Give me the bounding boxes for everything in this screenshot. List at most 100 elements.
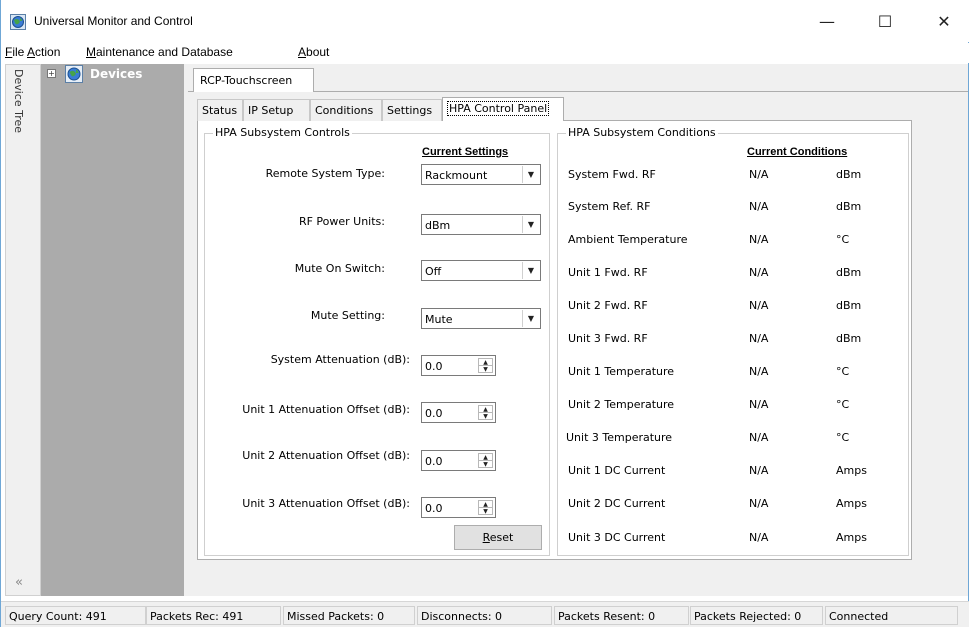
spinner-buttons: ▲ ▼ bbox=[478, 405, 493, 420]
condition-name: Unit 3 Temperature bbox=[566, 431, 673, 444]
spin-down-icon[interactable]: ▼ bbox=[479, 461, 492, 468]
condition-name: Unit 1 Fwd. RF bbox=[568, 266, 648, 279]
chevron-down-icon[interactable]: ▼ bbox=[522, 262, 539, 279]
unit3-attenuation-offset-label: Unit 3 Attenuation Offset (dB): bbox=[242, 497, 410, 510]
rf-power-units-value: dBm bbox=[425, 219, 451, 232]
system-attenuation-value: 0.0 bbox=[425, 360, 443, 373]
condition-value: N/A bbox=[749, 332, 769, 345]
condition-unit: dBm bbox=[836, 332, 862, 345]
tab-conditions[interactable]: Conditions bbox=[310, 99, 382, 121]
device-tree-strip[interactable]: Device Tree « bbox=[5, 64, 41, 596]
remote-system-type-value: Rackmount bbox=[425, 169, 488, 182]
tab-ip-setup[interactable]: IP Setup bbox=[243, 99, 310, 121]
menu-about[interactable]: About bbox=[298, 45, 329, 59]
condition-unit: dBm bbox=[836, 200, 862, 213]
system-attenuation-spinner[interactable]: 0.0 ▲ ▼ bbox=[421, 355, 496, 376]
mute-on-switch-select[interactable]: Off ▼ bbox=[421, 260, 541, 281]
spin-down-icon[interactable]: ▼ bbox=[479, 508, 492, 515]
spinner-buttons: ▲ ▼ bbox=[478, 358, 493, 373]
collapse-chevron-icon[interactable]: « bbox=[15, 575, 23, 590]
status-packets-resent: Packets Resent: 0 bbox=[554, 606, 689, 625]
tab-status-label: Status bbox=[202, 104, 238, 117]
condition-name: Unit 1 DC Current bbox=[568, 464, 666, 477]
condition-value: N/A bbox=[749, 398, 769, 411]
tab-hpa-control-panel[interactable]: HPA Control Panel bbox=[442, 97, 564, 121]
tab-status[interactable]: Status bbox=[197, 99, 243, 121]
remote-system-type-select[interactable]: Rackmount ▼ bbox=[421, 164, 541, 185]
status-disconnects: Disconnects: 0 bbox=[417, 606, 552, 625]
spin-down-icon[interactable]: ▼ bbox=[479, 413, 492, 420]
reset-button[interactable]: Reset bbox=[454, 525, 542, 550]
condition-unit: dBm bbox=[836, 266, 862, 279]
tree-expand-icon[interactable]: + bbox=[47, 69, 56, 78]
status-missed-packets: Missed Packets: 0 bbox=[283, 606, 415, 625]
menu-bar: File Action Maintenance and Database Abo… bbox=[1, 43, 969, 63]
device-tree-pane: + Devices bbox=[41, 64, 184, 596]
spin-up-icon[interactable]: ▲ bbox=[479, 454, 492, 461]
status-connection: Connected bbox=[825, 606, 958, 625]
tab-ip-setup-label: IP Setup bbox=[248, 104, 294, 117]
hpa-subsystem-controls-group: HPA Subsystem Controls bbox=[204, 126, 550, 556]
unit3-attenuation-offset-spinner[interactable]: 0.0 ▲ ▼ bbox=[421, 497, 496, 518]
unit1-attenuation-offset-value: 0.0 bbox=[425, 407, 443, 420]
tab-settings[interactable]: Settings bbox=[382, 99, 442, 121]
condition-name: Unit 3 Fwd. RF bbox=[568, 332, 648, 345]
condition-value: N/A bbox=[749, 233, 769, 246]
menu-file-label: ile bbox=[12, 45, 25, 59]
tab-rcp-touchscreen[interactable]: RCP-Touchscreen bbox=[193, 68, 314, 92]
chevron-down-icon[interactable]: ▼ bbox=[522, 216, 539, 233]
condition-name: System Ref. RF bbox=[568, 200, 651, 213]
condition-value: N/A bbox=[749, 431, 769, 444]
conditions-group-title: HPA Subsystem Conditions bbox=[566, 126, 718, 139]
rf-power-units-select[interactable]: dBm ▼ bbox=[421, 214, 541, 235]
mute-setting-select[interactable]: Mute ▼ bbox=[421, 308, 541, 329]
app-window: Universal Monitor and Control — ☐ ✕ File… bbox=[0, 0, 969, 627]
menu-about-mnemonic: A bbox=[298, 45, 307, 59]
condition-unit: Amps bbox=[836, 464, 867, 477]
condition-name: Unit 3 DC Current bbox=[568, 531, 666, 544]
menu-maintenance[interactable]: Maintenance and Database bbox=[86, 45, 233, 59]
spin-up-icon[interactable]: ▲ bbox=[479, 406, 492, 413]
maximize-button[interactable]: ☐ bbox=[863, 8, 907, 36]
condition-value: N/A bbox=[749, 531, 769, 544]
spin-up-icon[interactable]: ▲ bbox=[479, 501, 492, 508]
minimize-button[interactable]: — bbox=[805, 8, 849, 36]
device-tree-label: Device Tree bbox=[12, 69, 25, 134]
remote-system-type-label: Remote System Type: bbox=[265, 167, 385, 180]
condition-value: N/A bbox=[749, 266, 769, 279]
condition-name: Ambient Temperature bbox=[568, 233, 688, 246]
status-bar: Query Count: 491 Packets Rec: 491 Missed… bbox=[1, 601, 969, 627]
menu-action-label: ction bbox=[35, 45, 61, 59]
menu-maintenance-mnemonic: M bbox=[86, 45, 96, 59]
tab-conditions-label: Conditions bbox=[315, 104, 374, 117]
tab-settings-label: Settings bbox=[387, 104, 433, 117]
mute-on-switch-label: Mute On Switch: bbox=[294, 262, 385, 275]
menu-file[interactable]: File bbox=[5, 45, 24, 59]
title-bar[interactable]: Universal Monitor and Control — ☐ ✕ bbox=[1, 0, 969, 42]
controls-group-title: HPA Subsystem Controls bbox=[213, 126, 352, 139]
menu-action[interactable]: Action bbox=[27, 45, 60, 59]
spin-down-icon[interactable]: ▼ bbox=[479, 366, 492, 373]
condition-value: N/A bbox=[749, 200, 769, 213]
menu-about-label: bout bbox=[306, 45, 330, 59]
system-attenuation-label: System Attenuation (dB): bbox=[270, 353, 410, 366]
mute-on-switch-value: Off bbox=[425, 265, 442, 278]
chevron-down-icon[interactable]: ▼ bbox=[522, 310, 539, 327]
chevron-down-icon[interactable]: ▼ bbox=[522, 166, 539, 183]
spin-up-icon[interactable]: ▲ bbox=[479, 359, 492, 366]
close-button[interactable]: ✕ bbox=[922, 8, 966, 36]
spinner-buttons: ▲ ▼ bbox=[478, 500, 493, 515]
condition-unit: °C bbox=[836, 431, 850, 444]
unit2-attenuation-offset-spinner[interactable]: 0.0 ▲ ▼ bbox=[421, 450, 496, 471]
spinner-buttons: ▲ ▼ bbox=[478, 453, 493, 468]
current-conditions-header: Current Conditions bbox=[747, 146, 848, 158]
condition-unit: Amps bbox=[836, 497, 867, 510]
condition-unit: °C bbox=[836, 233, 850, 246]
current-settings-header: Current Settings bbox=[422, 146, 509, 158]
unit1-attenuation-offset-spinner[interactable]: 0.0 ▲ ▼ bbox=[421, 402, 496, 423]
rf-power-units-label: RF Power Units: bbox=[298, 215, 385, 228]
menu-maintenance-label: aintenance and Database bbox=[96, 45, 233, 59]
tree-item-devices[interactable]: Devices bbox=[90, 67, 142, 81]
condition-unit: Amps bbox=[836, 531, 867, 544]
tab-hpa-control-panel-label: HPA Control Panel bbox=[447, 101, 550, 116]
